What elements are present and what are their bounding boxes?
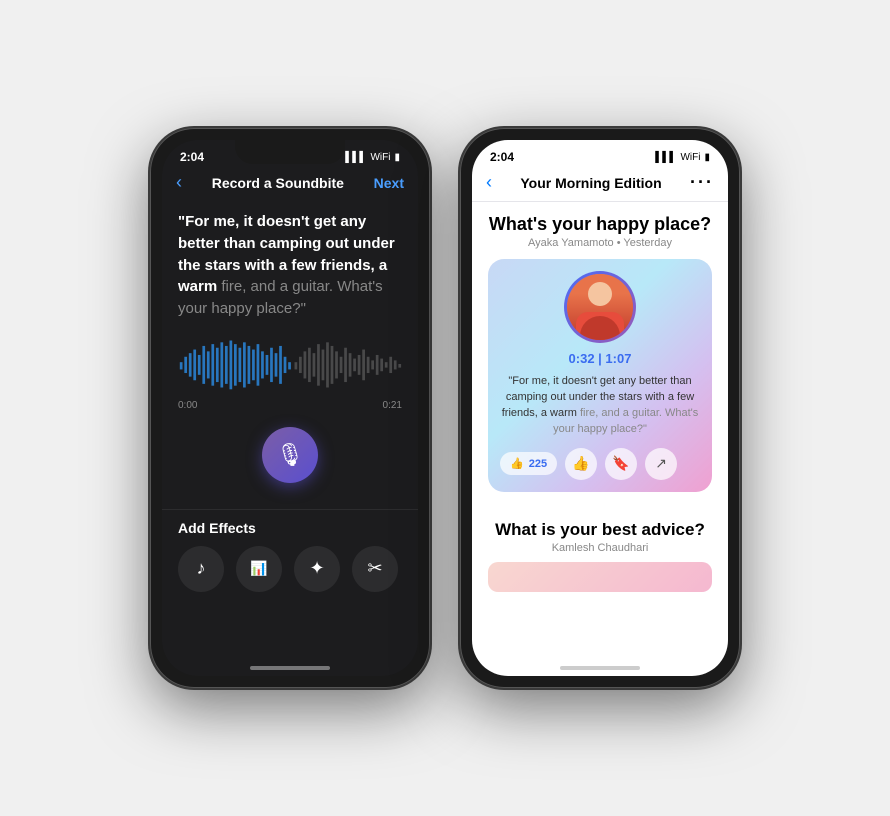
dark-nav-bar: ‹ Record a Soundbite Next	[162, 168, 418, 201]
add-effects-label: Add Effects	[178, 520, 402, 536]
next-post-author: Kamlesh Chaudhari	[488, 542, 712, 554]
waveform-svg	[178, 334, 402, 394]
share-icon: ↗	[655, 455, 667, 472]
post-content: What's your happy place? Ayaka Yamamoto …	[472, 202, 728, 510]
record-button[interactable]: 🎙	[262, 427, 318, 483]
post-meta: Ayaka Yamamoto • Yesterday	[488, 237, 712, 249]
add-effects-section: Add Effects ♪ 📊 ✦ ✂	[162, 509, 418, 602]
next-post-section: What is your best advice? Kamlesh Chaudh…	[472, 510, 728, 602]
status-time: 2:04	[180, 150, 204, 164]
sparkle-icon: ✦	[309, 558, 324, 579]
status-time-light: 2:04	[490, 150, 514, 164]
signal-icon: ▌▌▌	[345, 152, 366, 163]
card-quote: "For me, it doesn't get any better than …	[500, 374, 700, 438]
battery-icon: ▮	[394, 152, 400, 163]
home-indicator-light	[560, 666, 640, 670]
card-actions: 👍 225 👍 🔖 ↗	[500, 448, 700, 480]
soundbite-card[interactable]: 0:32 | 1:07 "For me, it doesn't get any …	[488, 259, 712, 492]
bookmark-button[interactable]: 🔖	[605, 448, 637, 480]
status-icons: ▌▌▌ WiFi ▮	[345, 152, 400, 163]
phones-container: 2:04 ▌▌▌ WiFi ▮ ‹ Record a Soundbite Nex…	[130, 108, 760, 708]
effect-music-btn[interactable]: ♪	[178, 546, 224, 592]
home-indicator	[250, 666, 330, 670]
waveform-times: 0:00 0:21	[178, 400, 402, 411]
card-timer: 0:32 | 1:07	[500, 351, 700, 366]
right-screen: 2:04 ▌▌▌ WiFi ▮ ‹ Your Morning Edition ·…	[472, 140, 728, 676]
time-start: 0:00	[178, 400, 197, 411]
effect-eq-btn[interactable]: 📊	[236, 546, 282, 592]
thumbs-up-icon: 👍	[510, 457, 524, 470]
wifi-icon-light: WiFi	[680, 152, 700, 163]
record-btn-area: 🎙	[178, 427, 402, 483]
cut-icon: ✂	[367, 558, 382, 579]
avatar-inner	[567, 274, 633, 340]
notch	[545, 140, 655, 164]
effects-row: ♪ 📊 ✦ ✂	[178, 546, 402, 592]
left-phone: 2:04 ▌▌▌ WiFi ▮ ‹ Record a Soundbite Nex…	[150, 128, 430, 688]
dark-content: "For me, it doesn't get any better than …	[162, 201, 418, 509]
like-icon: 👍	[572, 455, 589, 472]
wifi-icon: WiFi	[370, 152, 390, 163]
light-nav-bar: ‹ Your Morning Edition ···	[472, 168, 728, 202]
right-phone: 2:04 ▌▌▌ WiFi ▮ ‹ Your Morning Edition ·…	[460, 128, 740, 688]
avatar-ring	[564, 271, 636, 343]
notch	[235, 140, 345, 164]
more-button[interactable]: ···	[690, 172, 714, 193]
nav-title: Record a Soundbite	[212, 175, 344, 191]
nav-title-light: Your Morning Edition	[520, 175, 661, 191]
post-timestamp: Yesterday	[623, 237, 672, 249]
bookmark-icon: 🔖	[612, 455, 629, 472]
battery-icon-light: ▮	[704, 152, 710, 163]
mic-icon: 🎙	[276, 442, 304, 468]
effect-sparkle-btn[interactable]: ✦	[294, 546, 340, 592]
waveform[interactable]	[178, 334, 402, 394]
left-screen: 2:04 ▌▌▌ WiFi ▮ ‹ Record a Soundbite Nex…	[162, 140, 418, 676]
next-post-title: What is your best advice?	[488, 520, 712, 540]
status-icons-light: ▌▌▌ WiFi ▮	[655, 152, 710, 163]
back-button-light[interactable]: ‹	[486, 172, 492, 193]
time-end: 0:21	[383, 400, 402, 411]
post-author: Ayaka Yamamoto	[528, 237, 614, 249]
signal-icon-light: ▌▌▌	[655, 152, 676, 163]
soundbite-quote: "For me, it doesn't get any better than …	[178, 211, 402, 320]
avatar-person	[567, 274, 633, 340]
post-title: What's your happy place?	[488, 214, 712, 235]
like-button[interactable]: 👍	[565, 448, 597, 480]
music-icon: ♪	[197, 558, 206, 579]
like-count: 225	[529, 458, 547, 470]
avatar-area	[500, 271, 700, 343]
effect-cut-btn[interactable]: ✂	[352, 546, 398, 592]
like-pill[interactable]: 👍 225	[500, 452, 557, 475]
avatar-shirt	[576, 312, 624, 340]
share-button[interactable]: ↗	[645, 448, 677, 480]
eq-icon: 📊	[250, 560, 267, 577]
next-post-preview	[488, 562, 712, 592]
back-button[interactable]: ‹	[176, 172, 182, 193]
next-button[interactable]: Next	[374, 175, 404, 191]
